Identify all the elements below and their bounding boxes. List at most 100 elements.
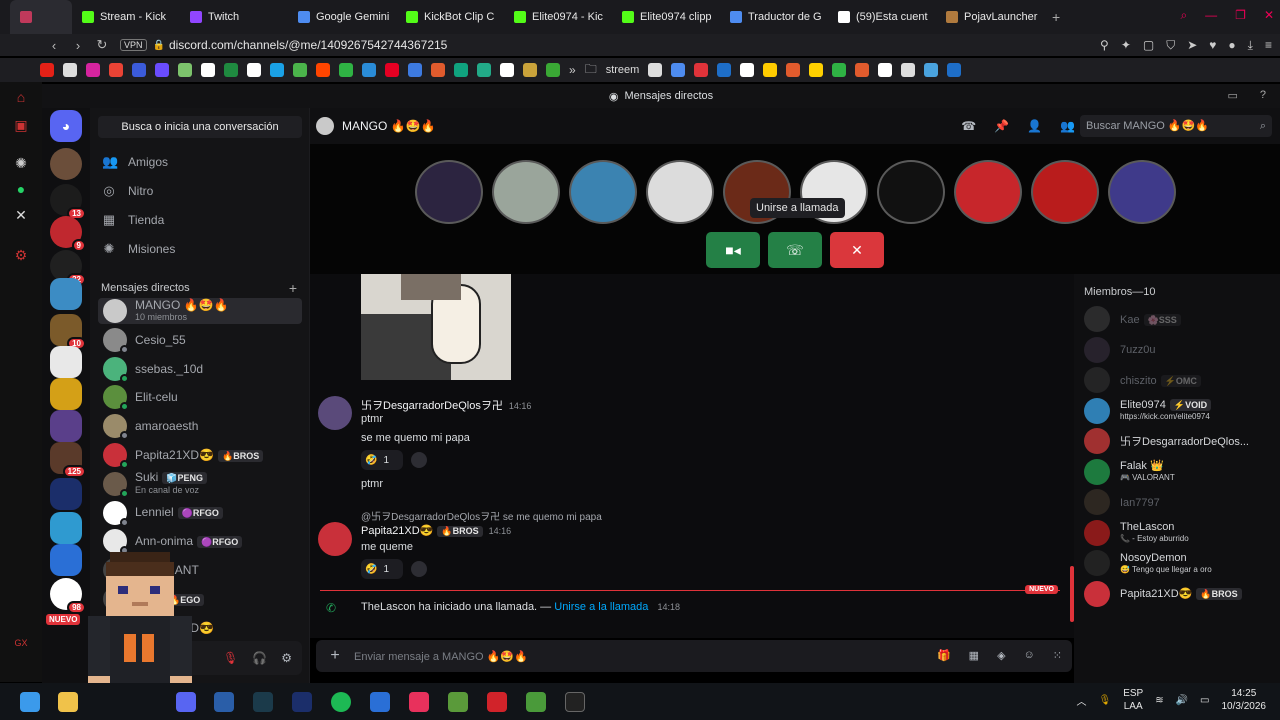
app-taskbar-icon[interactable] [292, 692, 312, 712]
member-item[interactable]: Papita21XD😎 🔥BROS [1084, 579, 1274, 609]
minecraft-icon[interactable] [448, 692, 468, 712]
server-icon[interactable] [50, 512, 82, 544]
video-camera-button[interactable]: ■◂ [706, 232, 760, 268]
app-bookmark-icon[interactable] [523, 63, 537, 77]
app-bookmark-icon[interactable] [763, 63, 778, 77]
app-bookmark-icon[interactable] [947, 63, 962, 77]
maximize-icon[interactable]: ❐ [1235, 8, 1246, 23]
account-icon[interactable]: ● [1228, 38, 1235, 53]
app-bookmark-icon[interactable] [293, 63, 307, 77]
member-item[interactable]: Ian7797 [1084, 487, 1274, 517]
author-name[interactable]: Papita21XD😎 [361, 525, 433, 537]
download-icon[interactable]: ⤓ [1248, 38, 1253, 53]
call-participant-avatar[interactable] [877, 160, 945, 224]
browser-tab[interactable]: Elite0974 - Kic [504, 0, 612, 34]
channel-search-input[interactable]: Buscar MANGO 🔥🤩🔥 ⌕ [1080, 115, 1272, 137]
browser-tab[interactable]: Traductor de G [720, 0, 828, 34]
dm-list-item[interactable]: MANGO 🔥🤩🔥 10 miembros [98, 298, 302, 324]
browser-tab[interactable]: Stream - Kick [72, 0, 180, 34]
reaction-chip[interactable]: 🤣 1 [361, 450, 403, 470]
x-icon[interactable]: ✕ [12, 206, 30, 224]
app-bookmark-icon[interactable] [717, 63, 732, 77]
x-bookmark-icon[interactable] [740, 63, 755, 77]
browser-tab[interactable] [10, 0, 72, 34]
reaction-chip[interactable]: 🤣 1 [361, 559, 403, 579]
dm-list-item[interactable]: ssebas._10d [98, 356, 302, 383]
author-avatar[interactable] [318, 522, 352, 556]
zoom-icon[interactable]: ⚲ [1100, 38, 1109, 53]
app-bookmark-icon[interactable] [694, 63, 709, 77]
emoji-icon[interactable]: ☺ [1024, 649, 1035, 662]
dm-list-item[interactable]: Cesio_55 [98, 327, 302, 354]
headphones-icon[interactable]: 🎧 [252, 651, 267, 665]
app-bookmark-icon[interactable] [546, 63, 560, 77]
app-taskbar-icon[interactable] [370, 692, 390, 712]
call-icon[interactable]: ☎ [961, 119, 976, 133]
app-bookmark-icon[interactable] [924, 63, 939, 77]
wifi-icon[interactable]: ≋ [1155, 695, 1163, 706]
server-icon[interactable]: 13 [50, 184, 86, 220]
lock-icon[interactable]: 🔒 [153, 40, 165, 51]
app-bookmark-icon[interactable] [809, 63, 824, 77]
server-icon[interactable]: 10 [50, 314, 86, 350]
app-bookmark-icon[interactable] [178, 63, 192, 77]
dm-list-item[interactable]: Lenniel 🟣RFGO [98, 500, 302, 527]
image-attachment[interactable] [361, 274, 511, 380]
microphone-icon[interactable]: 🎙 [1098, 695, 1111, 706]
server-icon[interactable] [50, 378, 82, 410]
user-settings-icon[interactable]: ⚙ [281, 651, 292, 665]
messenger-icon[interactable]: ▣ [12, 116, 30, 134]
add-reaction-icon[interactable] [411, 561, 427, 577]
inbox-icon[interactable]: ▭ [1227, 89, 1237, 102]
app-bookmark-icon[interactable] [431, 63, 445, 77]
mute-icon[interactable]: 🎙 [223, 651, 238, 665]
apps-icon[interactable]: ⁙ [1053, 649, 1062, 662]
dm-search-button[interactable]: Busca o inicia una conversación [98, 116, 302, 138]
call-participant-avatar[interactable] [1031, 160, 1099, 224]
volume-icon[interactable]: 🔊 [1176, 695, 1188, 706]
dm-list-item[interactable]: Elit-celu [98, 384, 302, 412]
app-bookmark-icon[interactable] [477, 63, 491, 77]
author-name[interactable]: 卐ヲDesgarradorDeQlosヲ卍 [361, 400, 503, 412]
app-taskbar-icon[interactable] [253, 692, 273, 712]
browser-tab[interactable]: (59)Esta cuent [828, 0, 936, 34]
url-field[interactable]: discord.com/channels/@me/140926754274436… [169, 38, 447, 52]
app-bookmark-icon[interactable] [224, 63, 238, 77]
app-bookmark-icon[interactable] [878, 63, 893, 77]
app-bookmark-icon[interactable] [132, 63, 146, 77]
dm-list-item[interactable]: Suki 🧊PENG En canal de voz [98, 471, 302, 498]
app-taskbar-icon[interactable] [214, 692, 234, 712]
language-indicator[interactable]: ESP LAA [1123, 687, 1143, 713]
browser-tab[interactable]: Twitch [180, 0, 288, 34]
browser-tab[interactable]: KickBot Clip C [396, 0, 504, 34]
add-reaction-icon[interactable] [411, 452, 427, 468]
dm-nav-nitro[interactable]: ◎ Nitro [102, 183, 153, 199]
join-call-link[interactable]: Unirse a la llamada [554, 601, 648, 613]
server-icon[interactable] [50, 478, 82, 510]
member-item[interactable]: TheLascon 📞 - Estoy aburrido [1084, 518, 1274, 548]
app-bookmark-icon[interactable] [648, 63, 663, 77]
direct-messages-home-icon[interactable]: ◕ [50, 110, 82, 142]
server-icon[interactable] [50, 278, 82, 310]
minecraft-icon[interactable] [526, 692, 546, 712]
discord-taskbar-icon[interactable] [176, 692, 196, 712]
forward-icon[interactable]: › [66, 38, 90, 53]
server-icon[interactable] [50, 346, 82, 378]
call-participant-avatar[interactable] [492, 160, 560, 224]
server-icon[interactable]: 98 [50, 578, 86, 614]
add-friends-icon[interactable]: 👤 [1027, 119, 1042, 133]
join-call-button[interactable]: ☏ [768, 232, 822, 268]
app-bookmark-icon[interactable] [786, 63, 801, 77]
more-bookmarks-icon[interactable]: » [569, 63, 576, 77]
app-bookmark-icon[interactable] [247, 63, 261, 77]
dm-nav-tienda[interactable]: ▦ Tienda [102, 212, 164, 228]
gift-icon[interactable]: 🎁 [937, 649, 951, 662]
pinned-icon[interactable]: 📌 [994, 119, 1009, 133]
tray-overflow-icon[interactable]: ︿ [1076, 693, 1086, 708]
doc-bookmark-icon[interactable] [63, 63, 77, 77]
server-icon[interactable] [50, 544, 82, 576]
minimize-icon[interactable]: — [1205, 8, 1217, 23]
back-icon[interactable]: ‹ [42, 38, 66, 53]
gmail-bookmark-icon[interactable] [109, 63, 123, 77]
dm-nav-misiones[interactable]: ✺ Misiones [102, 241, 176, 257]
